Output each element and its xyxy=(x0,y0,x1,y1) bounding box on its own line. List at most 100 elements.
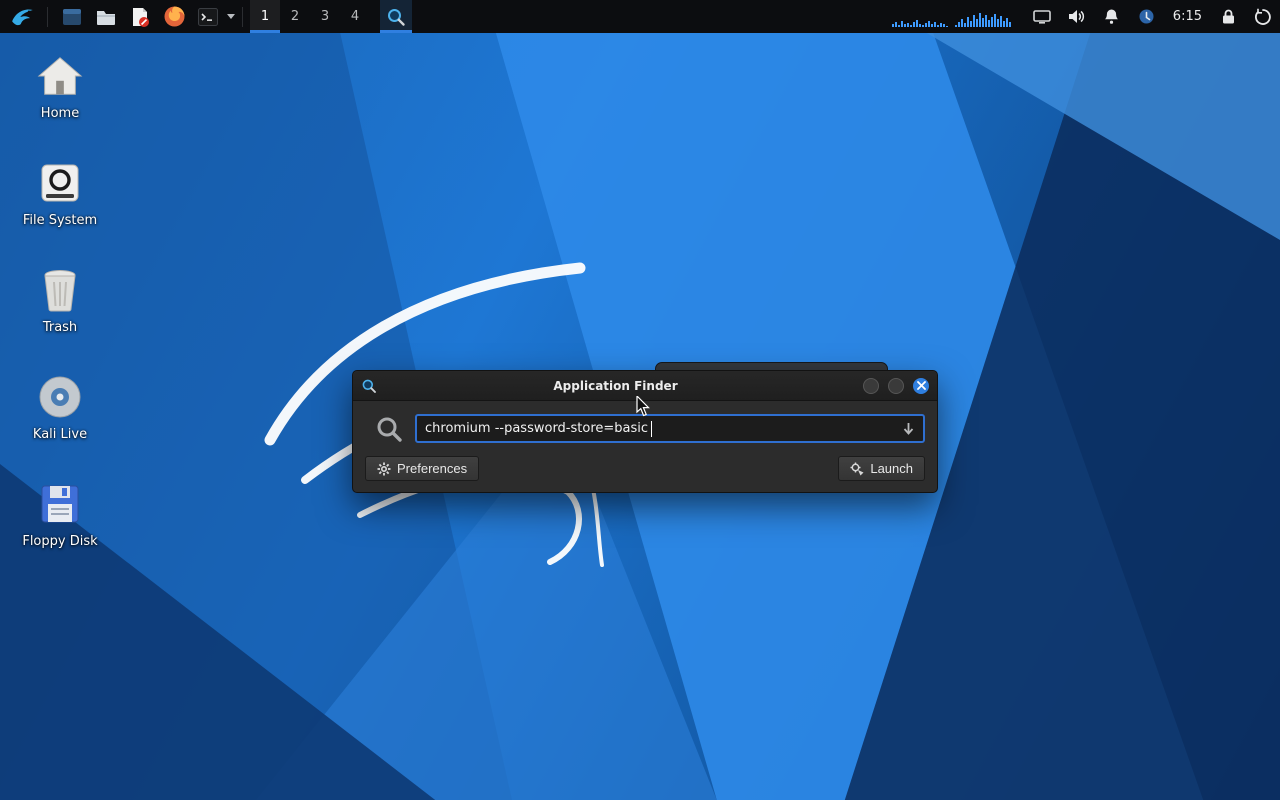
launch-icon xyxy=(850,462,864,475)
graph-bar xyxy=(954,24,957,27)
desktop-icon-home[interactable]: Home xyxy=(12,52,108,121)
graph-bar xyxy=(927,20,930,27)
workspace-label: 4 xyxy=(350,9,360,24)
app-finder-icon xyxy=(388,8,405,26)
graph-bar xyxy=(1002,20,1005,27)
graph-bar xyxy=(972,14,975,27)
workspace-label: 2 xyxy=(290,9,300,24)
terminal-menu-chevron-icon[interactable] xyxy=(227,14,235,19)
status-icon[interactable] xyxy=(1136,5,1158,29)
graph-bar xyxy=(984,14,987,27)
command-input-value: chromium --password-store=basic xyxy=(425,421,649,436)
search-icon xyxy=(377,417,402,442)
notifications-icon[interactable] xyxy=(1101,5,1123,29)
graph-bar xyxy=(981,17,984,27)
panel-right-group: 6:15 xyxy=(891,5,1274,29)
graph-bar xyxy=(897,24,900,27)
graph-bar xyxy=(900,20,903,27)
graph-bar xyxy=(894,21,897,27)
graph-bar xyxy=(975,18,978,27)
text-caret xyxy=(651,420,653,437)
desktop-icon-trash[interactable]: Trash xyxy=(12,266,108,335)
taskbar-application-finder[interactable] xyxy=(380,0,412,33)
dialog-actions: Preferences Launch xyxy=(365,456,925,481)
graph-bar xyxy=(978,12,981,27)
network-graph[interactable] xyxy=(891,7,1018,27)
desktop-icon-label: File System xyxy=(22,213,98,228)
dropdown-arrow-icon[interactable] xyxy=(902,422,915,435)
graph-bar xyxy=(963,22,966,27)
graph-bar xyxy=(990,16,993,27)
graph-bar xyxy=(936,24,939,27)
desktop-icon-file-system[interactable]: File System xyxy=(12,159,108,228)
maximize-button[interactable] xyxy=(888,377,904,394)
graph-bar xyxy=(921,24,924,27)
preferences-label: Preferences xyxy=(397,461,468,476)
application-finder-window: Application Finder chromium --password-s… xyxy=(352,370,938,493)
workspace-3[interactable]: 3 xyxy=(310,0,340,33)
graph-bar xyxy=(1008,21,1011,27)
graph-bar xyxy=(933,21,936,27)
graph-bar xyxy=(939,22,942,27)
file-system-icon xyxy=(12,159,108,207)
kali-menu-icon[interactable] xyxy=(9,3,37,31)
graph-bar xyxy=(924,22,927,27)
command-input[interactable]: chromium --password-store=basic xyxy=(415,414,925,443)
minimize-button[interactable] xyxy=(863,377,879,394)
graph-bar xyxy=(957,21,960,27)
panel-clock[interactable]: 6:15 xyxy=(1171,9,1204,24)
desktop-icon-label: Trash xyxy=(42,320,78,335)
home-icon xyxy=(12,52,108,100)
graph-bar xyxy=(987,19,990,27)
graph-bar xyxy=(903,23,906,27)
graph-bar xyxy=(942,23,945,27)
graph-bar xyxy=(891,23,894,27)
volume-icon[interactable] xyxy=(1066,5,1088,29)
window-title: Application Finder xyxy=(553,378,678,393)
graph-bar xyxy=(1005,17,1008,27)
workspace-label: 1 xyxy=(260,9,270,24)
desktop-icon-floppy-disk[interactable]: Floppy Disk xyxy=(12,480,108,549)
firefox-icon[interactable] xyxy=(160,3,188,31)
logout-icon[interactable] xyxy=(1252,5,1274,29)
graph-bar xyxy=(912,21,915,27)
graph-bar xyxy=(906,22,909,27)
launch-label: Launch xyxy=(870,461,913,476)
workspace-1[interactable]: 1 xyxy=(250,0,280,33)
terminal-icon[interactable] xyxy=(194,3,222,31)
workspace-4[interactable]: 4 xyxy=(340,0,370,33)
graph-bar xyxy=(945,25,948,27)
search-row: chromium --password-store=basic xyxy=(365,414,925,443)
graph-bar xyxy=(966,16,969,27)
close-icon xyxy=(916,381,926,390)
panel-separator xyxy=(242,6,243,27)
graph-bar xyxy=(969,20,972,27)
graph-bar xyxy=(909,24,912,27)
graph-bar xyxy=(999,15,1002,27)
graph-bar xyxy=(996,18,999,27)
top-panel: 1 2 3 4 6:15 xyxy=(0,0,1280,33)
workspace-2[interactable]: 2 xyxy=(280,0,310,33)
graph-bar xyxy=(918,23,921,27)
floppy-icon xyxy=(12,480,108,528)
launch-button[interactable]: Launch xyxy=(838,456,925,481)
desktop-icon-kali-live[interactable]: Kali Live xyxy=(12,373,108,442)
desktop-icon-label: Kali Live xyxy=(32,427,88,442)
lock-icon[interactable] xyxy=(1217,5,1239,29)
graph-bar xyxy=(930,23,933,27)
gear-icon xyxy=(377,462,391,475)
panel-separator xyxy=(47,6,48,27)
graph-bar xyxy=(960,18,963,27)
trash-icon xyxy=(12,266,108,314)
preferences-button[interactable]: Preferences xyxy=(365,456,480,481)
graph-bar xyxy=(993,13,996,27)
file-manager-icon[interactable] xyxy=(92,3,120,31)
display-icon[interactable] xyxy=(1031,5,1053,29)
close-button[interactable] xyxy=(913,377,929,394)
files-dark-icon[interactable] xyxy=(58,3,86,31)
desktop-icon-label: Home xyxy=(40,106,80,121)
text-editor-icon[interactable] xyxy=(126,3,154,31)
desktop-icon-label: Floppy Disk xyxy=(22,534,98,549)
mouse-cursor xyxy=(636,396,650,417)
graph-bar xyxy=(915,19,918,27)
